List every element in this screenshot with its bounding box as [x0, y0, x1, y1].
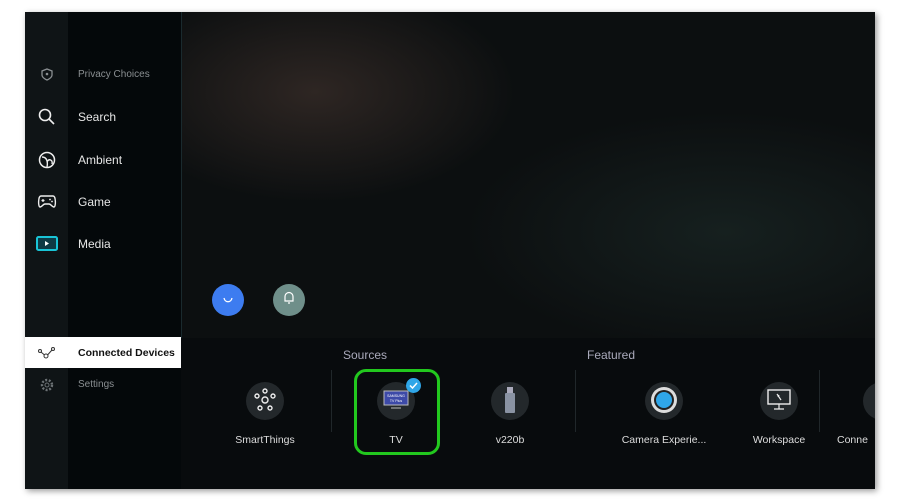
smiley-icon [222, 291, 234, 309]
sidebar-item-media[interactable]: Media [25, 228, 181, 259]
gear-icon [25, 378, 68, 392]
sources-panel: Sources Featured SmartThings SAMSUNG TV P… [181, 338, 875, 489]
tile-v220b[interactable]: v220b [455, 378, 565, 446]
shield-icon [25, 68, 68, 81]
search-icon [25, 108, 68, 125]
ambient-icon [25, 151, 68, 169]
sidebar-item-game[interactable]: Game [25, 186, 181, 217]
featured-heading: Featured [587, 348, 636, 362]
connected-devices-icon [25, 346, 68, 359]
sidebar-item-search[interactable]: Search [25, 101, 181, 132]
sidebar-item-settings[interactable]: Settings [25, 369, 181, 400]
sidebar-item-ambient[interactable]: Ambient [25, 144, 181, 175]
check-badge-icon [406, 378, 421, 393]
gamepad-icon [25, 194, 68, 209]
tile-camera-experience[interactable]: Camera Experie... [609, 378, 719, 446]
tile-workspace[interactable]: Workspace [724, 378, 834, 446]
tv-icon: SAMSUNG TV Plus [383, 390, 409, 413]
bell-icon [283, 291, 295, 310]
sidebar-item-connected-devices[interactable]: Connected Devices [25, 337, 181, 368]
tile-connect[interactable]: Conne [837, 378, 875, 446]
tile-smartthings[interactable]: SmartThings [210, 378, 320, 446]
divider [575, 370, 576, 432]
sources-heading: Sources [343, 348, 388, 362]
camera-icon [649, 385, 679, 418]
divider [331, 370, 332, 432]
svg-text:SAMSUNG: SAMSUNG [387, 394, 405, 398]
smiley-button[interactable] [212, 284, 244, 316]
workspace-icon [767, 388, 791, 414]
tv-screen: Privacy Choices Search Ambient Game Medi… [25, 12, 875, 489]
tile-tv[interactable]: SAMSUNG TV Plus TV [341, 378, 451, 446]
notifications-button[interactable] [273, 284, 305, 316]
smartthings-icon [252, 387, 278, 416]
usb-drive-icon [504, 386, 516, 417]
media-play-icon [25, 236, 68, 251]
sidebar: Privacy Choices Search Ambient Game Medi… [25, 12, 182, 489]
svg-text:TV Plus: TV Plus [390, 399, 403, 403]
sidebar-item-privacy[interactable]: Privacy Choices [25, 59, 181, 90]
